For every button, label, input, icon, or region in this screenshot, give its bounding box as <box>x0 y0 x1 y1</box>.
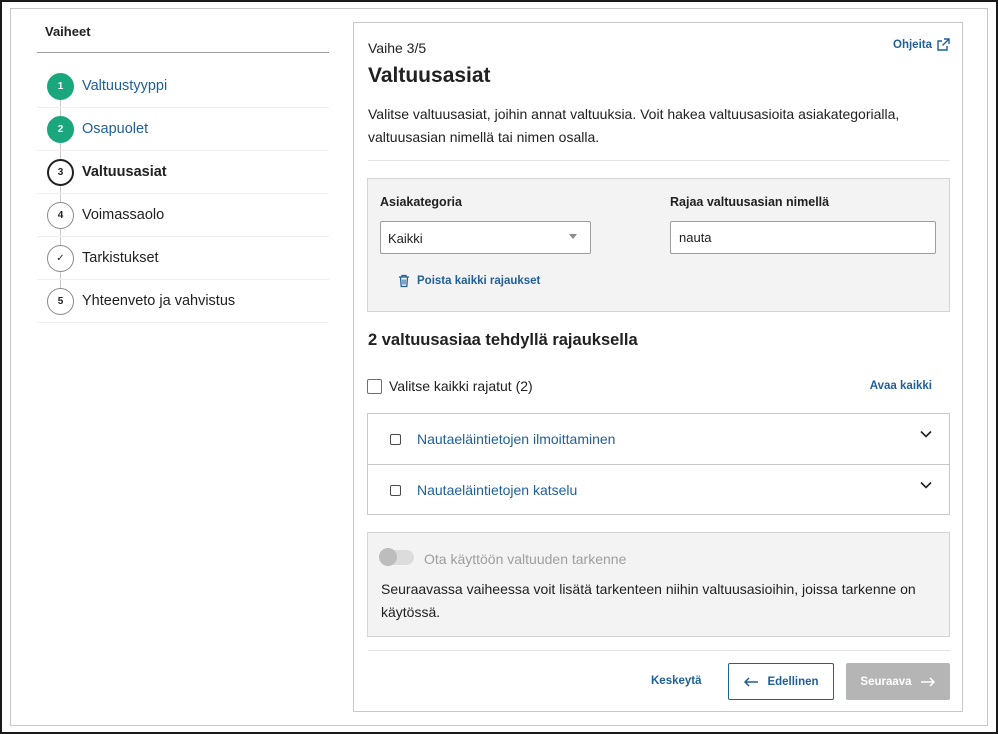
checkbox-box[interactable] <box>367 378 382 394</box>
category-select[interactable]: Kaikki <box>380 221 591 254</box>
step-number-badge: 4 <box>47 201 74 229</box>
main-card: Vaihe 3/5 Ohjeita Valtuusasiat Valitse v… <box>353 22 963 712</box>
accordion-item-label[interactable]: Nautaeläintietojen ilmoittaminen <box>417 431 615 447</box>
next-button-label: Seuraava <box>860 675 912 688</box>
accordion-item[interactable]: Nautaeläintietojen ilmoittaminen <box>368 414 949 464</box>
open-all-button[interactable]: Avaa kaikki <box>870 380 932 392</box>
clear-filters-button[interactable]: Poista kaikki rajaukset <box>398 274 540 288</box>
help-link[interactable]: Ohjeita <box>893 38 950 52</box>
previous-button[interactable]: Edellinen <box>728 663 834 700</box>
clear-filters-label: Poista kaikki rajaukset <box>417 275 541 287</box>
sidebar-title: Vaiheet <box>37 14 329 53</box>
external-link-icon <box>937 38 950 51</box>
step-valtuusasiat: 3 Valtuusasiat <box>37 151 329 194</box>
category-filter-label: Asiakategoria <box>380 195 462 209</box>
name-filter-label: Rajaa valtuusasian nimellä <box>670 195 830 209</box>
filter-panel: Asiakategoria Kaikki Rajaa valtuusasian … <box>367 178 950 312</box>
next-button[interactable]: Seuraava <box>846 663 950 700</box>
step-number-badge: 3 <box>47 158 74 186</box>
check-icon: ✓ <box>47 244 74 272</box>
select-all-checkbox[interactable]: Valitse kaikki rajatut (2) <box>367 378 533 394</box>
results-accordion: Nautaeläintietojen ilmoittaminen Nautael… <box>367 413 950 515</box>
step-tarkistukset: ✓ Tarkistukset <box>37 237 329 280</box>
step-counter: Vaihe 3/5 <box>368 40 427 56</box>
step-number-badge: 2 <box>47 115 74 143</box>
page-description: Valitse valtuusasiat, joihin annat valtu… <box>368 106 900 145</box>
divider <box>368 160 950 161</box>
item-checkbox[interactable] <box>390 434 401 445</box>
accordion-item-label[interactable]: Nautaeläintietojen katselu <box>417 482 577 498</box>
step-label: Tarkistukset <box>82 250 159 266</box>
step-label[interactable]: Osapuolet <box>82 121 148 137</box>
refinement-toggle[interactable] <box>379 548 414 566</box>
refinement-panel: Ota käyttöön valtuuden tarkenne Seuraava… <box>367 532 950 637</box>
step-number-badge: 5 <box>47 287 74 315</box>
refinement-toggle-label: Ota käyttöön valtuuden tarkenne <box>424 551 627 567</box>
step-label: Yhteenveto ja vahvistus <box>82 293 236 309</box>
step-number-badge: 1 <box>47 72 74 100</box>
name-filter-input[interactable] <box>670 221 936 254</box>
arrow-right-icon <box>920 676 935 687</box>
step-label: Valtuusasiat <box>82 164 167 180</box>
step-label[interactable]: Valtuustyyppi <box>82 78 167 94</box>
refinement-info-text: Seuraavassa vaiheessa voit lisätä tarken… <box>381 581 916 620</box>
step-voimassaolo: 4 Voimassaolo <box>37 194 329 237</box>
steps-list: 1 Valtuustyyppi 2 Osapuolet 3 Valtuusasi… <box>37 65 329 323</box>
trash-icon <box>399 274 409 288</box>
page-title: Valtuusasiat <box>368 64 491 87</box>
step-label: Voimassaolo <box>82 207 165 223</box>
toggle-knob <box>379 548 397 566</box>
chevron-down-icon[interactable] <box>919 480 933 490</box>
chevron-down-icon[interactable] <box>919 429 933 439</box>
cancel-button[interactable]: Keskeytä <box>651 675 702 687</box>
steps-sidebar: Vaiheet 1 Valtuustyyppi 2 Osapuolet 3 Va… <box>37 14 329 323</box>
step-yhteenveto: 5 Yhteenveto ja vahvistus <box>37 280 329 323</box>
item-checkbox[interactable] <box>390 485 401 496</box>
accordion-item[interactable]: Nautaeläintietojen katselu <box>368 464 949 514</box>
step-osapuolet[interactable]: 2 Osapuolet <box>37 108 329 151</box>
chevron-down-icon <box>569 234 577 239</box>
select-all-label: Valitse kaikki rajatut (2) <box>389 378 533 394</box>
step-valtuustyyppi[interactable]: 1 Valtuustyyppi <box>37 65 329 108</box>
previous-button-label: Edellinen <box>767 675 819 688</box>
results-title: 2 valtuusasiaa tehdyllä rajauksella <box>368 331 638 349</box>
category-select-value: Kaikki <box>388 231 423 246</box>
arrow-left-icon <box>744 676 759 687</box>
divider <box>368 650 950 651</box>
help-link-label: Ohjeita <box>893 39 932 51</box>
